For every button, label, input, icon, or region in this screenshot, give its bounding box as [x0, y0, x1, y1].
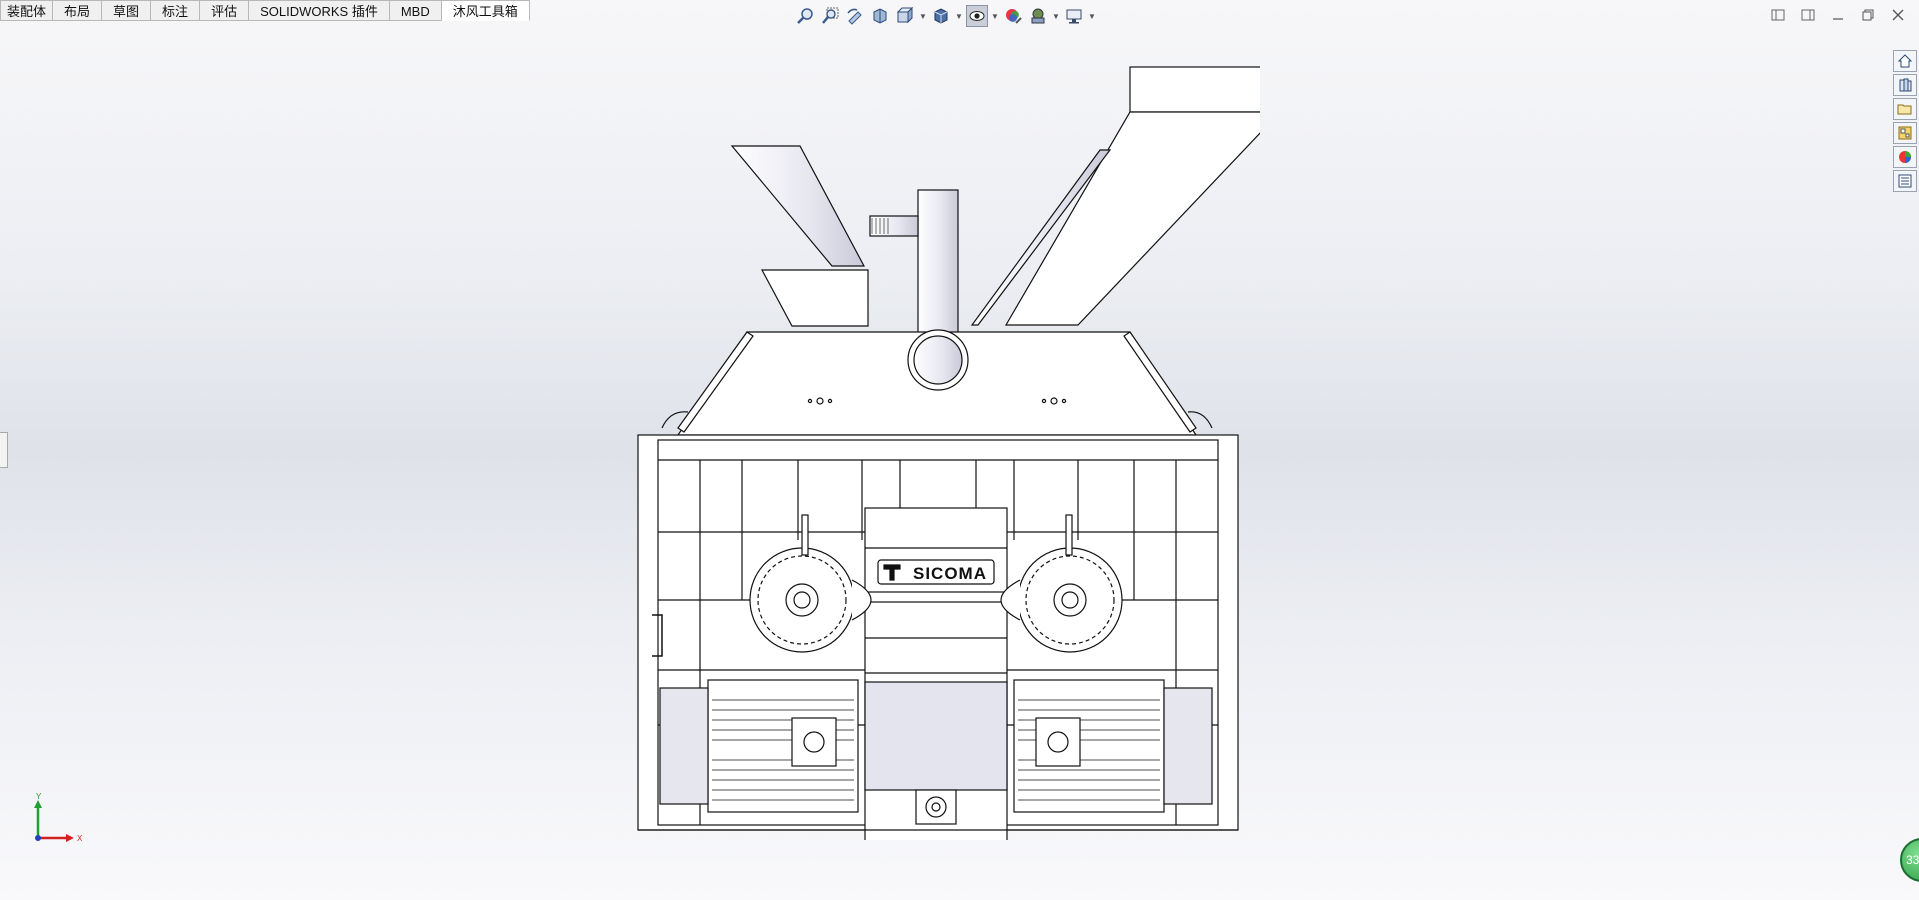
command-manager-tabs: 装配体 布局 草图 标注 评估 SOLIDWORKS 插件 MBD 沐风工具箱 [0, 0, 530, 22]
display-style-icon[interactable] [930, 5, 952, 27]
close-icon[interactable] [1889, 6, 1907, 24]
minimize-icon[interactable] [1829, 6, 1847, 24]
zoom-to-fit-icon[interactable] [794, 5, 816, 27]
zoom-to-area-icon[interactable] [819, 5, 841, 27]
triad-x-label: X [77, 834, 83, 843]
tab-solidworks-addins[interactable]: SOLIDWORKS 插件 [249, 0, 390, 21]
mixer-assembly-model: SICOMA [637, 66, 1260, 840]
tile-left-icon[interactable] [1769, 6, 1787, 24]
view-settings-dropdown-icon[interactable]: ▼ [1088, 5, 1096, 27]
solidworks-resources-icon[interactable] [1893, 50, 1917, 72]
appearances-icon[interactable] [1893, 146, 1917, 168]
feature-manager-collapse-handle[interactable] [0, 432, 8, 468]
file-explorer-icon[interactable] [1893, 98, 1917, 120]
hide-show-items-icon[interactable] [966, 5, 988, 27]
section-view-icon[interactable] [869, 5, 891, 27]
edit-appearance-icon[interactable] [1002, 5, 1024, 27]
previous-view-icon[interactable] [844, 5, 866, 27]
tab-markup[interactable]: 标注 [151, 0, 201, 21]
view-palette-icon[interactable] [1893, 122, 1917, 144]
hide-show-dropdown-icon[interactable]: ▼ [991, 5, 999, 27]
tile-right-icon[interactable] [1799, 6, 1817, 24]
task-pane-tabs [1893, 50, 1919, 192]
apply-scene-icon[interactable] [1027, 5, 1049, 27]
right-feed-hopper [1129, 66, 1260, 113]
sicoma-logo-text: SICOMA [913, 564, 987, 583]
tab-sketch[interactable]: 草图 [102, 0, 152, 21]
tab-evaluate[interactable]: 评估 [200, 0, 250, 21]
reference-triad: Y X [34, 792, 83, 843]
notification-badge[interactable]: 33 [1900, 838, 1919, 882]
tab-mufeng-toolbox[interactable]: 沐风工具箱 [441, 0, 530, 21]
tab-assembly[interactable]: 装配体 [0, 0, 54, 21]
left-feed-chute [730, 145, 865, 267]
document-window-controls [1769, 6, 1907, 24]
apply-scene-dropdown-icon[interactable]: ▼ [1052, 5, 1060, 27]
tab-mbd[interactable]: MBD [389, 0, 442, 21]
design-library-icon[interactable] [1893, 74, 1917, 96]
heads-up-view-toolbar: ▼ ▼ ▼ ▼ ▼ [794, 4, 1096, 28]
display-style-dropdown-icon[interactable]: ▼ [955, 5, 963, 27]
view-settings-icon[interactable] [1063, 5, 1085, 27]
view-orientation-icon[interactable] [894, 5, 916, 27]
right-feed-chute [1004, 111, 1260, 326]
restore-icon[interactable] [1859, 6, 1877, 24]
custom-properties-icon[interactable] [1893, 170, 1917, 192]
tab-layout[interactable]: 布局 [53, 0, 103, 21]
triad-y-label: Y [36, 792, 42, 801]
view-orientation-dropdown-icon[interactable]: ▼ [919, 5, 927, 27]
